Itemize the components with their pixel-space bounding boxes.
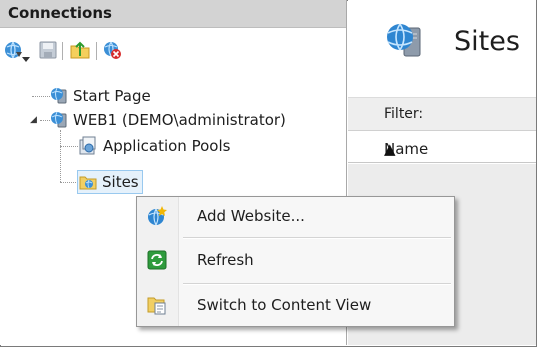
main-header: Sites xyxy=(348,0,536,72)
toolbar-separator xyxy=(62,42,63,60)
menu-item-add-website[interactable]: Add Website... xyxy=(139,201,452,231)
tree-item-server[interactable]: WEB1 (DEMO\administrator) xyxy=(50,108,286,132)
menu-item-label: Switch to Content View xyxy=(197,296,372,314)
tree-item-label: Application Pools xyxy=(103,137,231,155)
tree-line xyxy=(60,130,61,182)
sites-folder-icon xyxy=(79,173,97,191)
sites-globe-icon xyxy=(384,22,424,58)
menu-item-label: Refresh xyxy=(197,251,254,269)
tree-line xyxy=(60,182,78,183)
tree-item-sites-selection[interactable]: Sites xyxy=(77,170,143,194)
connections-title: Connections xyxy=(8,4,112,22)
server-icon xyxy=(50,111,68,129)
tree-line xyxy=(32,96,50,97)
context-menu: Add Website... Refresh Switch to Content… xyxy=(136,196,455,327)
menu-separator xyxy=(183,283,451,285)
page-title: Sites xyxy=(454,26,520,57)
refresh-icon xyxy=(147,250,167,270)
column-header-name[interactable]: Name ▲ xyxy=(348,133,536,163)
connect-globe-icon[interactable] xyxy=(4,40,24,60)
disconnect-icon[interactable] xyxy=(102,40,122,60)
tree-line xyxy=(60,146,78,147)
tree-item-label: WEB1 (DEMO\administrator) xyxy=(73,111,286,129)
tree-item-label: Start Page xyxy=(73,87,151,105)
tree-item-start-page[interactable]: Start Page xyxy=(50,84,151,108)
start-page-icon xyxy=(50,87,68,105)
menu-item-refresh[interactable]: Refresh xyxy=(139,245,452,275)
up-folder-icon[interactable] xyxy=(70,40,90,60)
save-icon[interactable] xyxy=(38,40,58,60)
menu-item-label: Add Website... xyxy=(197,207,305,225)
filter-label: Filter: xyxy=(384,106,424,122)
connections-toolbar xyxy=(4,38,204,64)
connections-header: Connections xyxy=(0,0,346,28)
add-website-icon xyxy=(147,206,167,226)
collapse-triangle-icon[interactable]: ◢ xyxy=(30,115,40,125)
content-view-icon xyxy=(147,295,167,315)
filter-bar: Filter: xyxy=(348,97,536,131)
tree-item-sites[interactable]: Sites xyxy=(77,170,143,194)
tree-item-label: Sites xyxy=(102,173,139,191)
menu-item-switch-to-content-view[interactable]: Switch to Content View xyxy=(139,290,452,320)
sort-ascending-icon: ▲ xyxy=(384,140,396,158)
tree-line xyxy=(40,120,50,121)
menu-separator xyxy=(183,237,451,239)
toolbar-separator xyxy=(96,42,97,60)
tree-item-application-pools[interactable]: Application Pools xyxy=(78,134,230,158)
chevron-down-icon[interactable] xyxy=(22,48,30,62)
application-pools-icon xyxy=(78,136,98,156)
